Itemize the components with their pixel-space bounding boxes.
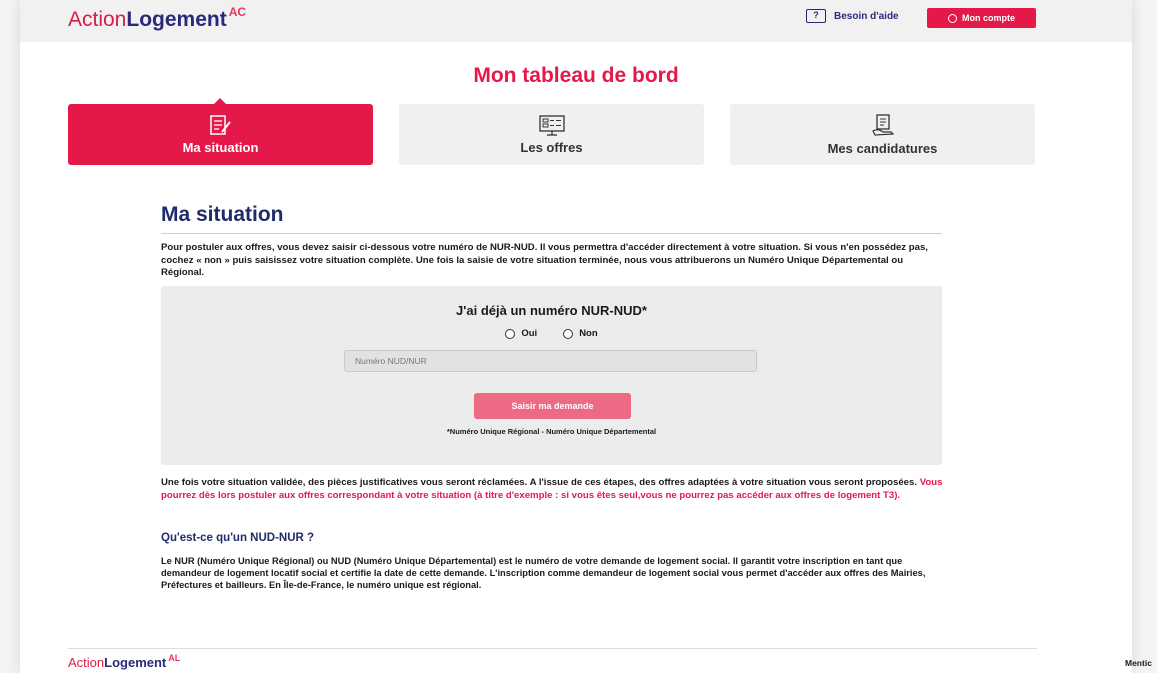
page-title: Mon tableau de bord — [473, 64, 679, 87]
validation-info: Une fois votre situation validée, des pi… — [161, 477, 946, 502]
radio-circle-icon[interactable] — [563, 328, 574, 339]
document-edit-icon — [209, 115, 231, 135]
grid-list-icon — [538, 115, 565, 136]
radio-circle-icon[interactable] — [505, 328, 516, 339]
nud-form-card: J'ai déjà un numéro NUR-NUD* Oui Non Sai… — [161, 286, 942, 465]
footer-logo-badge: AL — [168, 653, 181, 663]
faq-title: Qu'est-ce qu'un NUD-NUR ? — [161, 532, 315, 544]
nud-input[interactable] — [344, 350, 757, 372]
nud-question: J'ai déjà un numéro NUR-NUD* — [456, 303, 647, 318]
tab-ma-situation[interactable]: Ma situation — [68, 98, 373, 165]
footer-logo-logement: Logement — [104, 655, 167, 670]
submit-button[interactable]: Saisir ma demande — [474, 393, 631, 419]
tab-les-offres[interactable]: Les offres — [399, 104, 704, 165]
footer-logo-action: Action — [68, 655, 105, 670]
tab-label: Mes candidatures — [827, 141, 938, 156]
tab-label: Ma situation — [182, 140, 259, 155]
radio-label: Non — [579, 328, 598, 339]
logo[interactable]: ActionLogement AC — [68, 5, 247, 32]
intro-text: Pour postuler aux offres, vous devez sai… — [161, 242, 928, 278]
user-icon — [948, 13, 957, 23]
footer-mentions-link[interactable]: Mentic — [1125, 658, 1152, 668]
radio-label: Oui — [521, 328, 538, 339]
hand-document-icon — [871, 114, 894, 136]
radio-non[interactable]: Non — [563, 328, 598, 339]
footnote: *Numéro Unique Régional - Numéro Unique … — [446, 427, 657, 436]
section-divider — [161, 233, 942, 234]
page-frame: ActionLogement AC ? Besoin d'aide Mon com… — [20, 0, 1132, 673]
radio-oui[interactable]: Oui — [505, 328, 537, 339]
tab-mes-candidatures[interactable]: Mes candidatures — [730, 104, 1035, 165]
logo-badge: AC — [228, 5, 247, 19]
nud-radio-group: Oui Non — [161, 328, 942, 339]
footer-logo[interactable]: ActionLogement AL — [68, 653, 181, 670]
logo-text-logement: Logement — [126, 8, 227, 31]
account-label: Mon compte — [962, 13, 1015, 23]
section-title: Ma situation — [161, 203, 284, 226]
tab-label: Les offres — [520, 140, 583, 155]
help-link[interactable]: ? Besoin d'aide — [806, 9, 899, 23]
footer-divider — [68, 648, 1037, 649]
account-button[interactable]: Mon compte — [927, 8, 1036, 28]
faq-body: Le NUR (Numéro Unique Régional) ou NUD (… — [161, 556, 926, 590]
header: ActionLogement AC ? Besoin d'aide Mon com… — [20, 0, 1132, 42]
logo-text-action: Action — [68, 8, 127, 31]
help-label: Besoin d'aide — [834, 10, 899, 22]
validation-text: Une fois votre situation validée, des pi… — [161, 477, 920, 488]
help-chat-icon: ? — [806, 9, 826, 23]
